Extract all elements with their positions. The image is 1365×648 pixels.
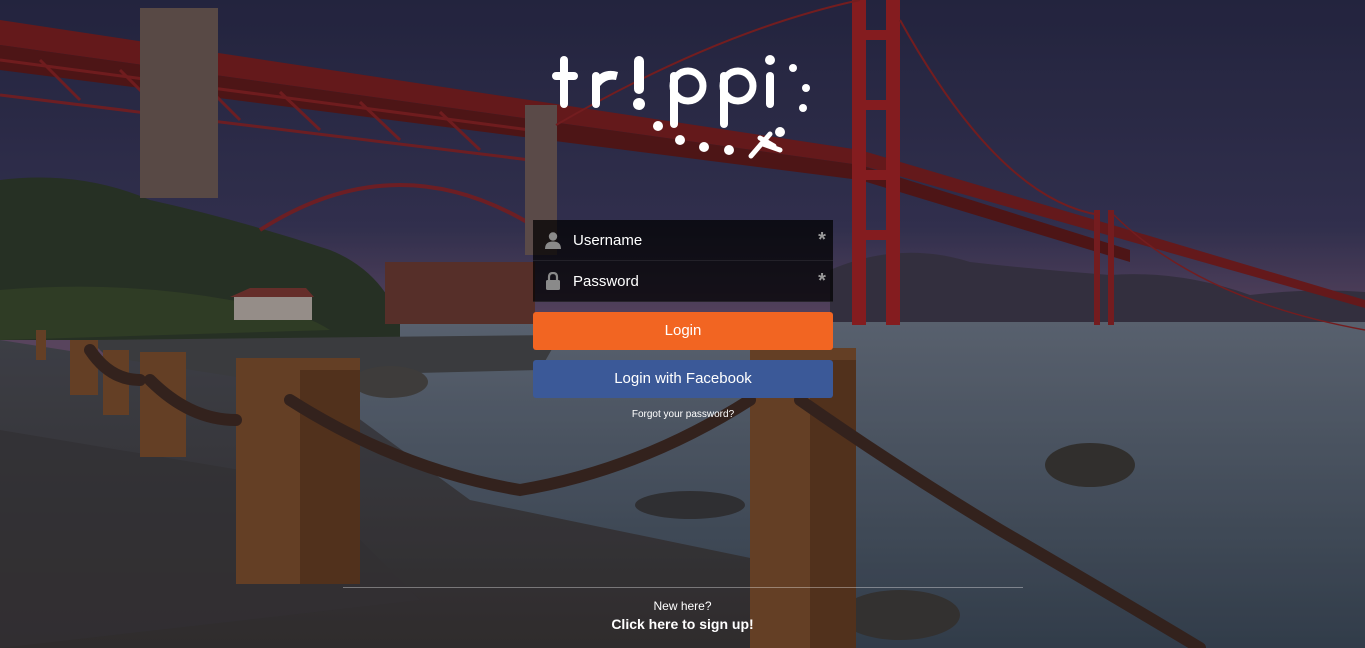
user-icon [533,220,573,260]
password-input[interactable] [573,262,813,300]
username-field: * [533,220,833,261]
signup-link[interactable]: Click here to sign up! [611,616,753,632]
username-input[interactable] [573,221,813,259]
new-here-text: New here? [653,599,712,613]
forgot-password-link[interactable]: Forgot your password? [533,409,833,420]
login-button[interactable]: Login [533,312,833,350]
password-field: * [533,261,833,302]
lock-icon [533,261,573,301]
trippi-logo: trippi [548,48,818,168]
facebook-login-button[interactable]: Login with Facebook [533,360,833,398]
password-required-marker: * [818,270,826,292]
login-form: * * Login Login with Facebook Forgot you… [533,220,833,420]
username-required-marker: * [818,229,826,251]
footer-divider [343,587,1023,588]
signup-container: Click here to sign up! [0,616,1365,634]
